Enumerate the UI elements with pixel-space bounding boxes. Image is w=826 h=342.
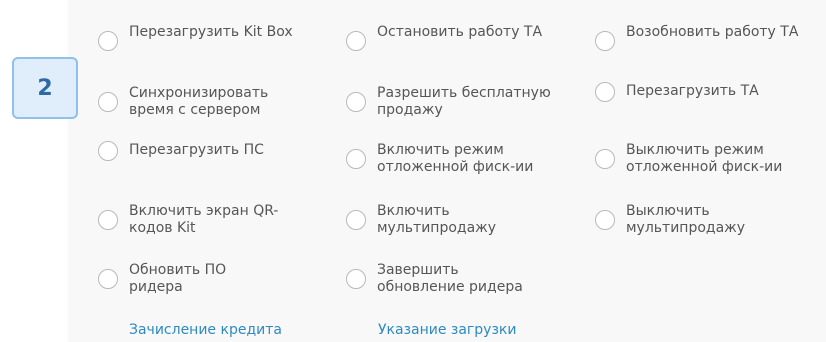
- option-label: Включить режим отложенной фиск-ии: [377, 142, 534, 175]
- option-label: Перезагрузить ПС: [129, 142, 264, 158]
- radio-resume-ta[interactable]: [595, 31, 615, 51]
- radio-enable-deferred-fiscal[interactable]: [346, 149, 366, 169]
- step-number: 2: [37, 75, 53, 101]
- option-sync-time[interactable]: Синхронизировать время с сервером: [98, 85, 307, 119]
- option-label: Включить мультипродажу: [377, 203, 497, 236]
- option-allow-free-sale[interactable]: Разрешить бесплатную продажу: [346, 85, 562, 119]
- radio-disable-multisale[interactable]: [595, 210, 615, 230]
- option-label: Включить экран QR-кодов Kit: [129, 203, 279, 236]
- commands-panel: Перезагрузить Kit Box Остановить работу …: [68, 0, 826, 342]
- option-disable-deferred-fiscal[interactable]: Выключить режим отложенной фиск-ии: [595, 142, 811, 176]
- option-label: Перезагрузить Kit Box: [129, 24, 293, 40]
- load-link[interactable]: Указание загрузки: [378, 322, 516, 339]
- option-reboot-kit-box[interactable]: Перезагрузить Kit Box: [98, 24, 307, 51]
- option-resume-ta[interactable]: Возобновить работу ТА: [595, 24, 811, 51]
- radio-allow-free-sale[interactable]: [346, 92, 366, 112]
- radio-reboot-kit-box[interactable]: [98, 31, 118, 51]
- option-label: Разрешить бесплатную продажу: [377, 85, 551, 118]
- option-label: Остановить работу ТА: [377, 24, 543, 40]
- option-enable-multisale[interactable]: Включить мультипродажу: [346, 203, 517, 237]
- option-label: Синхронизировать время с сервером: [129, 85, 269, 118]
- option-stop-ta[interactable]: Остановить работу ТА: [346, 24, 562, 51]
- radio-reboot-ps[interactable]: [98, 141, 118, 161]
- radio-finish-reader-update[interactable]: [346, 269, 366, 289]
- option-reboot-ta[interactable]: Перезагрузить ТА: [595, 82, 811, 102]
- option-disable-multisale[interactable]: Выключить мультипродажу: [595, 203, 766, 237]
- radio-stop-ta[interactable]: [346, 31, 366, 51]
- option-enable-qr-screen[interactable]: Включить экран QR-кодов Kit: [98, 203, 304, 237]
- option-label: Обновить ПО ридера: [129, 262, 227, 295]
- radio-reboot-ta[interactable]: [595, 82, 615, 102]
- option-label: Перезагрузить ТА: [626, 83, 759, 99]
- option-label: Выключить режим отложенной фиск-ии: [626, 142, 783, 175]
- radio-update-reader-fw[interactable]: [98, 269, 118, 289]
- option-update-reader-fw[interactable]: Обновить ПО ридера: [98, 262, 259, 296]
- radio-sync-time[interactable]: [98, 92, 118, 112]
- option-label: Возобновить работу ТА: [626, 24, 799, 40]
- option-label: Завершить обновление ридера: [377, 262, 523, 295]
- radio-enable-multisale[interactable]: [346, 210, 366, 230]
- option-reboot-ps[interactable]: Перезагрузить ПС: [98, 141, 307, 161]
- step-number-badge: 2: [12, 57, 78, 119]
- radio-enable-qr-screen[interactable]: [98, 210, 118, 230]
- option-label: Выключить мультипродажу: [626, 203, 746, 236]
- radio-disable-deferred-fiscal[interactable]: [595, 149, 615, 169]
- option-enable-deferred-fiscal[interactable]: Включить режим отложенной фиск-ии: [346, 142, 562, 176]
- option-finish-reader-update[interactable]: Завершить обновление ридера: [346, 262, 547, 296]
- credit-link[interactable]: Зачисление кредита: [129, 322, 282, 339]
